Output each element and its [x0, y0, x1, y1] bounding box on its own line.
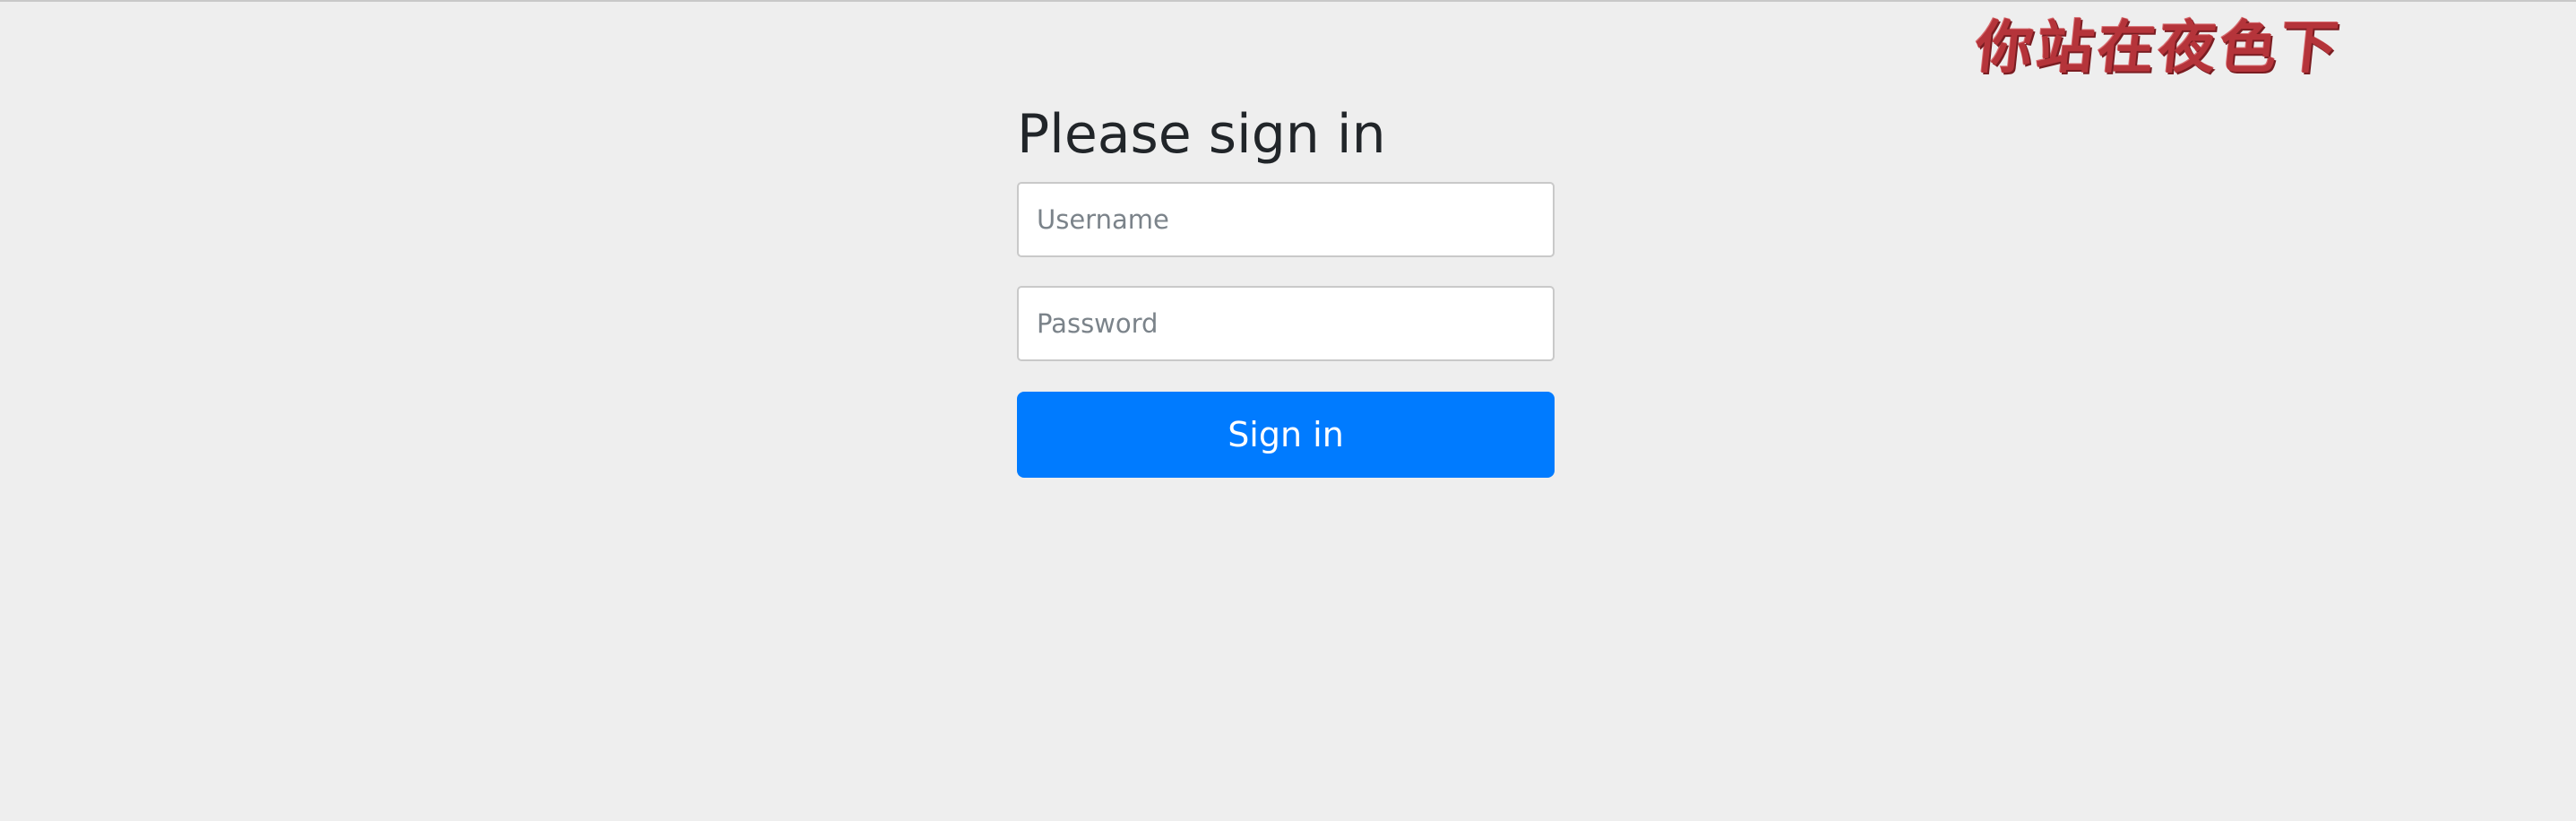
top-border-line	[0, 0, 2576, 2]
username-input[interactable]	[1017, 182, 1555, 257]
sign-in-button[interactable]: Sign in	[1017, 392, 1555, 478]
sign-in-form: Please sign in Sign in	[1017, 90, 1555, 478]
password-input[interactable]	[1017, 286, 1555, 361]
calligraphy-watermark: 你站在夜色下	[1972, 14, 2345, 82]
page-title: Please sign in	[1017, 103, 1386, 166]
